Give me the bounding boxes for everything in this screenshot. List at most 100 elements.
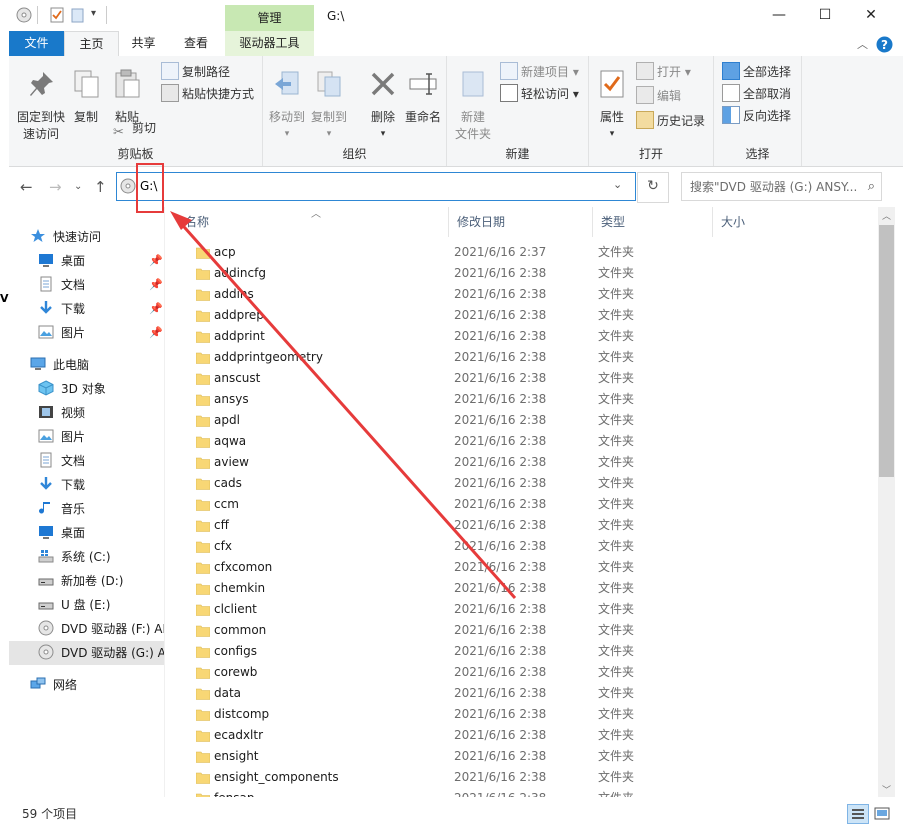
nav-item[interactable]: 网络 [9,673,164,697]
delete-button[interactable]: 删除 ▾ [367,68,399,143]
tab-share[interactable]: 共享 [119,31,168,56]
file-row[interactable]: addins 2021/6/16 2:38 文件夹 [175,284,881,305]
file-row[interactable]: cads 2021/6/16 2:38 文件夹 [175,473,881,494]
scroll-down-icon[interactable]: ﹀ [882,783,891,796]
file-row[interactable]: ansys 2021/6/16 2:38 文件夹 [175,389,881,410]
column-header-date[interactable]: 修改日期 [449,207,593,237]
copy-path-button[interactable]: 复制路径 [161,62,230,82]
nav-item[interactable]: 下载 📌 [9,297,164,321]
file-row[interactable]: clclient 2021/6/16 2:38 文件夹 [175,599,881,620]
search-input[interactable]: 搜索"DVD 驱动器 (G:) ANSY... ⌕ [681,172,882,201]
properties-qat-icon[interactable] [49,7,65,23]
tab-view[interactable]: 查看 [171,31,221,56]
file-row[interactable]: addprintgeometry 2021/6/16 2:38 文件夹 [175,347,881,368]
refresh-button[interactable]: ↻ [637,172,669,203]
close-button[interactable]: ✕ [848,0,894,31]
file-row[interactable]: data 2021/6/16 2:38 文件夹 [175,683,881,704]
column-header-type[interactable]: 类型 [593,207,713,237]
up-icon[interactable]: ↑ [94,178,107,196]
file-row[interactable]: fensap 2021/6/16 2:38 文件夹 [175,788,881,797]
nav-item[interactable]: 桌面 [9,521,164,545]
pin-quick-access-button[interactable]: 固定到快 速访问 [13,68,69,143]
nav-item[interactable]: U 盘 (E:) [9,593,164,617]
file-row[interactable]: cfx 2021/6/16 2:38 文件夹 [175,536,881,557]
nav-item[interactable]: 图片 [9,425,164,449]
open-button[interactable]: 打开 ▾ [636,62,691,82]
invert-selection-button[interactable]: 反向选择 [722,106,791,126]
file-row[interactable]: corewb 2021/6/16 2:38 文件夹 [175,662,881,683]
collapse-ribbon-icon[interactable]: ︿ [857,36,868,52]
file-row[interactable]: cfxcomon 2021/6/16 2:38 文件夹 [175,557,881,578]
tab-home[interactable]: 主页 [64,31,119,57]
file-row[interactable]: common 2021/6/16 2:38 文件夹 [175,620,881,641]
file-row[interactable]: apdl 2021/6/16 2:38 文件夹 [175,410,881,431]
scrollbar-thumb[interactable] [879,225,894,477]
search-icon[interactable]: ⌕ [868,173,875,201]
nav-item-label: 音乐 [61,502,86,516]
minimize-button[interactable]: — [756,0,802,31]
new-item-button[interactable]: 新建项目 ▾ [500,62,579,82]
nav-item[interactable]: 快速访问 [9,225,164,249]
column-header-name[interactable]: 名称 [175,207,449,237]
recent-locations-icon[interactable]: ⌄ [74,181,82,192]
nav-item[interactable]: DVD 驱动器 (G:) A [9,641,164,665]
nav-item[interactable]: 新加卷 (D:) [9,569,164,593]
nav-item[interactable]: 桌面 📌 [9,249,164,273]
properties-button[interactable]: 属性 ▾ [595,68,629,143]
file-row[interactable]: aview 2021/6/16 2:38 文件夹 [175,452,881,473]
file-row[interactable]: configs 2021/6/16 2:38 文件夹 [175,641,881,662]
copy-to-button[interactable]: 复制到 ▾ [309,68,349,143]
move-to-button[interactable]: 移动到 ▾ [267,68,307,143]
qat-dropdown-icon[interactable]: ▾ [91,8,96,19]
folder-icon [196,499,210,511]
file-row[interactable]: aqwa 2021/6/16 2:38 文件夹 [175,431,881,452]
nav-item[interactable]: 音乐 [9,497,164,521]
nav-item[interactable]: 下载 [9,473,164,497]
cut-button[interactable]: ✂ 剪切 [113,118,156,140]
forward-icon[interactable]: → [49,178,62,196]
file-row[interactable]: addprint 2021/6/16 2:38 文件夹 [175,326,881,347]
select-none-button[interactable]: 全部取消 [722,84,791,104]
file-row[interactable]: addprep 2021/6/16 2:38 文件夹 [175,305,881,326]
column-header-size[interactable]: 大小 [713,207,833,237]
file-row[interactable]: ensight 2021/6/16 2:38 文件夹 [175,746,881,767]
details-view-button[interactable] [847,804,869,824]
nav-item[interactable]: 3D 对象 [9,377,164,401]
nav-item[interactable]: 此电脑 [9,353,164,377]
vertical-scrollbar[interactable]: ︿ ﹀ [878,207,895,797]
file-row[interactable]: ecadxltr 2021/6/16 2:38 文件夹 [175,725,881,746]
nav-item[interactable]: 系统 (C:) [9,545,164,569]
file-row[interactable]: cff 2021/6/16 2:38 文件夹 [175,515,881,536]
scroll-up-icon[interactable]: ︿ [882,209,891,222]
maximize-button[interactable]: ☐ [802,0,848,31]
new-folder-qat-icon[interactable] [70,7,86,23]
tab-drive-tools[interactable]: 驱动器工具 [225,31,314,56]
file-row[interactable]: acp 2021/6/16 2:37 文件夹 [175,242,881,263]
edit-button[interactable]: 编辑 [636,86,681,106]
help-icon[interactable]: ? [876,36,893,53]
paste-shortcut-button[interactable]: 粘贴快捷方式 [161,84,254,104]
context-tab-manage[interactable]: 管理 [225,5,314,31]
address-bar[interactable]: G:\ ⌄ [116,172,636,201]
nav-item[interactable]: 文档 [9,449,164,473]
nav-item[interactable]: DVD 驱动器 (F:) AN [9,617,164,641]
file-row[interactable]: chemkin 2021/6/16 2:38 文件夹 [175,578,881,599]
nav-item[interactable]: 图片 📌 [9,321,164,345]
file-row[interactable]: ensight_components 2021/6/16 2:38 文件夹 [175,767,881,788]
new-folder-button[interactable]: 新建 文件夹 [453,68,493,143]
select-all-button[interactable]: 全部选择 [722,62,791,82]
file-row[interactable]: addincfg 2021/6/16 2:38 文件夹 [175,263,881,284]
file-row[interactable]: distcomp 2021/6/16 2:38 文件夹 [175,704,881,725]
copy-button[interactable]: 复制 [71,68,101,126]
nav-item[interactable]: 视频 [9,401,164,425]
nav-item[interactable]: 文档 📌 [9,273,164,297]
address-dropdown-icon[interactable]: ⌄ [613,178,622,191]
history-button[interactable]: 历史记录 [636,111,705,131]
tab-file[interactable]: 文件 [9,31,64,56]
file-row[interactable]: anscust 2021/6/16 2:38 文件夹 [175,368,881,389]
large-icons-view-button[interactable] [871,804,893,824]
file-row[interactable]: ccm 2021/6/16 2:38 文件夹 [175,494,881,515]
easy-access-button[interactable]: 轻松访问 ▾ [500,84,579,104]
back-icon[interactable]: ← [20,178,33,196]
rename-button[interactable]: 重命名 [403,68,443,126]
